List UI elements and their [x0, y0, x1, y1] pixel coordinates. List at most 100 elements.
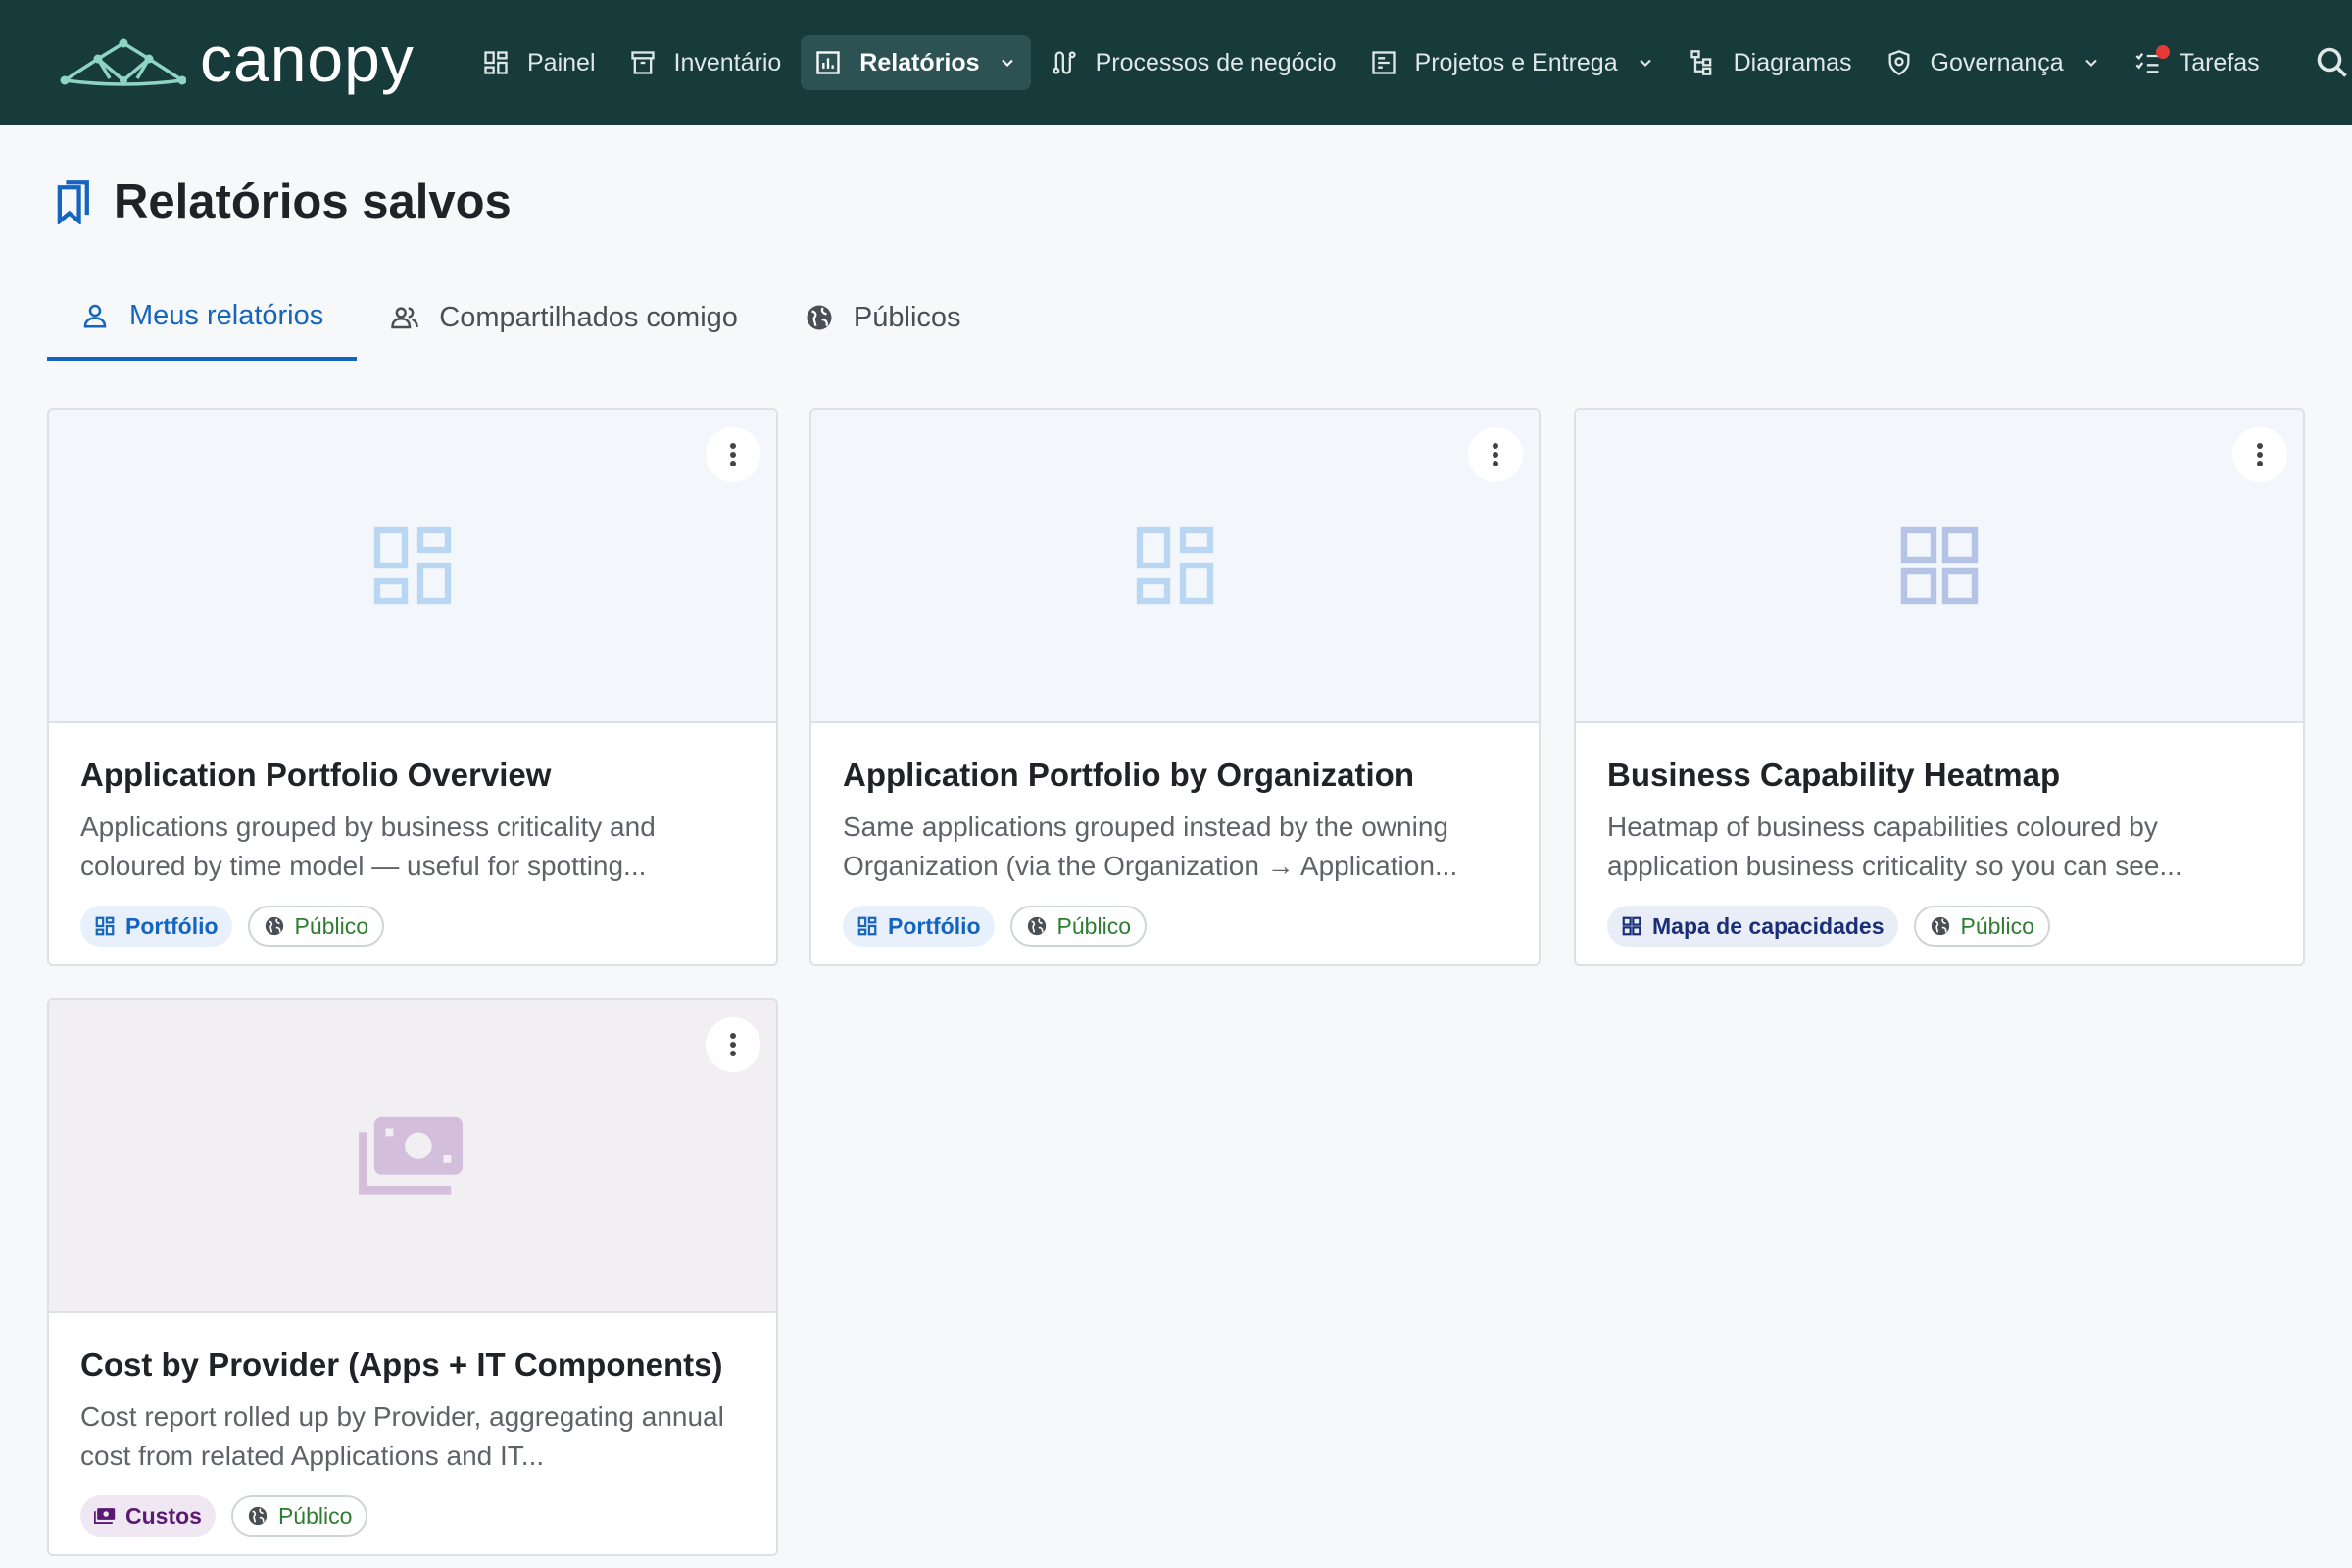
globe-icon	[1026, 915, 1048, 937]
money-icon	[94, 1505, 116, 1527]
nav-item-label: Governança	[1930, 48, 2064, 76]
report-tabs: Meus relatórios Compartilhados comigo Pú…	[47, 274, 995, 361]
nav-item-inventario[interactable]: Inventário	[615, 35, 796, 90]
report-card[interactable]: Application Portfolio by Organization Sa…	[809, 408, 1541, 966]
shield-icon	[1886, 49, 1913, 76]
page-title: Relatórios salvos	[114, 175, 512, 228]
card-menu-button[interactable]	[706, 1017, 760, 1072]
report-thumbnail	[811, 410, 1539, 723]
report-title: Application Portfolio Overview	[80, 757, 552, 793]
app-name: canopy	[200, 23, 415, 95]
report-card[interactable]: Business Capability Heatmap Heatmap of b…	[1574, 408, 2305, 966]
chevron-down-icon	[2082, 53, 2101, 73]
visibility-badge: Público	[247, 906, 384, 947]
report-description: Cost report rolled up by Provider, aggre…	[80, 1401, 724, 1471]
canopy-logo-icon	[60, 38, 186, 86]
badge-label: Público	[277, 1502, 353, 1529]
dashboard-icon	[857, 915, 878, 937]
bar-chart-icon	[814, 49, 842, 76]
badge-label: Mapa de capacidades	[1652, 912, 1885, 939]
card-menu-button[interactable]	[1468, 427, 1523, 482]
more-vertical-icon	[730, 443, 736, 466]
visibility-badge: Público	[230, 1495, 368, 1537]
nav-item-painel[interactable]: Painel	[468, 35, 610, 90]
person-icon	[80, 301, 110, 330]
nav-item-governanca[interactable]: Governança	[1872, 35, 2115, 90]
nav-item-label: Painel	[527, 48, 596, 76]
bookmark-icon	[57, 180, 89, 224]
dashboard-icon	[94, 915, 116, 937]
dashboard-icon	[482, 49, 510, 76]
project-icon	[1370, 49, 1397, 76]
route-icon	[1051, 49, 1078, 76]
nav-item-processos[interactable]: Processos de negócio	[1037, 35, 1350, 90]
chevron-down-icon	[998, 53, 1017, 73]
report-type-badge: Mapa de capacidades	[1607, 906, 1898, 947]
top-navigation-bar: canopy Painel Inventário Relatórios Proc…	[0, 0, 2352, 125]
report-type-badge: Custos	[80, 1495, 216, 1537]
tab-compartilhados[interactable]: Compartilhados comigo	[357, 274, 771, 361]
archive-icon	[629, 49, 657, 76]
badge-label: Portfólio	[125, 912, 219, 939]
nav-item-label: Projetos e Entrega	[1414, 48, 1618, 76]
search-icon	[2317, 47, 2347, 77]
people-icon	[390, 303, 419, 332]
visibility-badge: Público	[1009, 906, 1147, 947]
report-card[interactable]: Application Portfolio Overview Applicati…	[47, 408, 778, 966]
tab-label: Públicos	[853, 301, 961, 333]
globe-icon	[247, 1505, 269, 1527]
card-menu-button[interactable]	[706, 427, 760, 482]
badge-label: Público	[1056, 912, 1131, 939]
globe-icon	[805, 303, 834, 332]
visibility-badge: Público	[1913, 906, 2050, 947]
page-header: Relatórios salvos	[53, 174, 512, 229]
grid-icon	[1900, 526, 1979, 605]
report-description: Same applications grouped instead by the…	[843, 811, 1458, 881]
tab-label: Compartilhados comigo	[439, 301, 738, 333]
report-card[interactable]: Cost by Provider (Apps + IT Components) …	[47, 998, 778, 1556]
nav-item-label: Diagramas	[1733, 48, 1852, 76]
checklist-icon	[2134, 45, 2170, 76]
more-vertical-icon	[730, 1033, 736, 1056]
nav-item-label: Processos de negócio	[1095, 48, 1337, 76]
money-icon	[359, 1116, 464, 1195]
dashboard-icon	[373, 526, 452, 605]
nav-item-relatorios[interactable]: Relatórios	[801, 35, 1031, 90]
globe-icon	[1930, 915, 1951, 937]
report-thumbnail	[1576, 410, 2303, 723]
report-description: Applications grouped by business critica…	[80, 811, 656, 881]
report-title: Business Capability Heatmap	[1607, 757, 2061, 793]
report-thumbnail	[49, 410, 776, 723]
badge-label: Público	[294, 912, 368, 939]
chevron-down-icon	[1636, 53, 1655, 73]
app-logo[interactable]: canopy	[59, 23, 415, 98]
nav-item-label: Inventário	[673, 48, 782, 76]
badge-label: Portfólio	[888, 912, 981, 939]
report-title: Application Portfolio by Organization	[843, 757, 1414, 793]
card-menu-button[interactable]	[2232, 427, 2287, 482]
more-vertical-icon	[1493, 443, 1498, 466]
tab-publicos[interactable]: Públicos	[771, 274, 995, 361]
report-type-badge: Portfólio	[843, 906, 995, 947]
search-button[interactable]	[2315, 45, 2350, 80]
dashboard-icon	[1136, 526, 1214, 605]
nav-item-tarefas[interactable]: Tarefas	[2121, 35, 2274, 90]
main-nav: Painel Inventário Relatórios Processos d…	[468, 0, 2279, 125]
nav-item-diagramas[interactable]: Diagramas	[1675, 35, 1866, 90]
tab-meus-relatorios[interactable]: Meus relatórios	[47, 274, 358, 361]
grid-icon	[1621, 915, 1642, 937]
nav-item-label: Relatórios	[859, 48, 980, 76]
more-vertical-icon	[2257, 443, 2263, 466]
hierarchy-icon	[1689, 49, 1716, 76]
report-thumbnail	[49, 1000, 776, 1313]
globe-icon	[264, 915, 285, 937]
tab-label: Meus relatórios	[129, 299, 324, 331]
badge-label: Custos	[125, 1502, 202, 1529]
badge-label: Público	[1960, 912, 2034, 939]
notification-dot	[2155, 45, 2170, 59]
report-type-badge: Portfólio	[80, 906, 232, 947]
report-title: Cost by Provider (Apps + IT Components)	[80, 1347, 723, 1383]
nav-item-projetos[interactable]: Projetos e Entrega	[1356, 35, 1669, 90]
report-description: Heatmap of business capabilities coloure…	[1607, 811, 2182, 881]
nav-item-label: Tarefas	[2179, 48, 2260, 76]
